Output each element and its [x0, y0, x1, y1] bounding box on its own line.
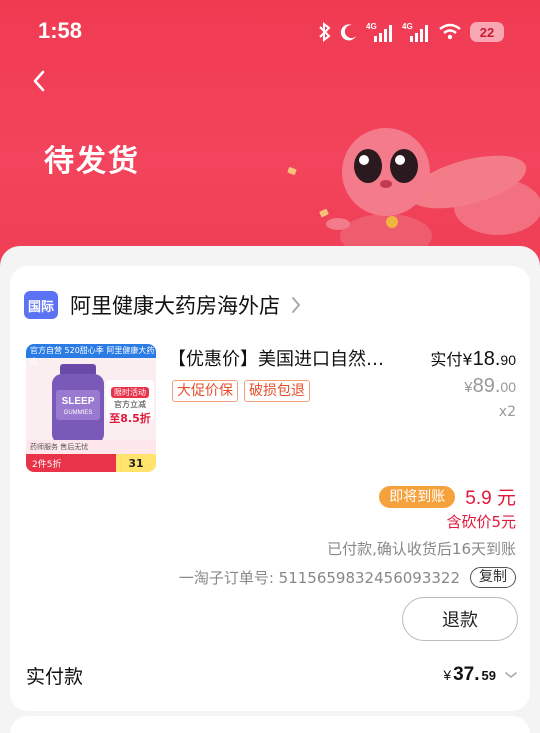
copy-button[interactable]: 复制: [470, 567, 516, 588]
paid-price: 实付¥18.90: [430, 346, 516, 371]
chevron-down-icon: [504, 670, 518, 680]
original-price: ¥89.00: [430, 375, 516, 398]
image-promo-box: 限时活动 官方立减 至8.5折: [106, 380, 154, 425]
shop-badge: 国际: [24, 291, 58, 319]
total-label: 实付款: [26, 666, 84, 688]
next-card: [10, 716, 530, 733]
bottle-label: SLEEP: [62, 396, 95, 407]
total-int: 37.: [453, 664, 480, 685]
order-number-row: 一淘子订单号: 5115659832456093322 复制: [179, 567, 516, 588]
back-button[interactable]: [24, 66, 54, 96]
mascot-illustration: [326, 128, 540, 252]
product-title[interactable]: 【优惠价】美国进口自然…: [168, 345, 418, 371]
signal-icon: 4G: [366, 21, 394, 43]
product-image[interactable]: 官方自营 520甜心季 阿里健康大药房 SLEEP GUMMIES 限时活动 官…: [26, 344, 156, 472]
paid-label: 实付: [430, 350, 463, 369]
signal-icon-2: 4G: [402, 21, 430, 43]
order-number: 一淘子订单号: 5115659832456093322: [178, 569, 460, 587]
battery-icon: 22: [470, 22, 504, 42]
promo-badge: 限时活动: [111, 387, 149, 398]
network-label-2: 4G: [402, 22, 413, 31]
shop-row[interactable]: 国际 阿里健康大药房海外店: [24, 290, 302, 320]
orig-currency: ¥: [464, 379, 473, 396]
orig-int: 89.: [472, 375, 501, 397]
promo-line: 官方立减: [114, 400, 146, 409]
bluetooth-icon: [318, 22, 332, 42]
supplement-bottle-image: SLEEP GUMMIES: [52, 364, 104, 444]
tag-damage-return: 破损包退: [244, 380, 310, 402]
total-dec: 59: [481, 668, 496, 683]
image-bottom-left: 2件5折: [26, 454, 116, 472]
total-currency: ¥: [443, 667, 452, 683]
bottle-sub: GUMMIES: [64, 410, 93, 416]
status-bar: 1:58 4G 4G 22: [0, 0, 540, 62]
price-column: 实付¥18.90 ¥89.00 x2: [430, 346, 516, 420]
paid-int: 18.: [472, 348, 501, 370]
paid-dec: 90: [500, 352, 516, 368]
network-label: 4G: [366, 22, 377, 31]
refund-button[interactable]: 退款: [402, 597, 518, 641]
promo-discount: 至8.5折: [109, 412, 151, 425]
orig-dec: 00: [500, 379, 516, 395]
quantity: x2: [498, 404, 516, 420]
tag-price-protect: 大促价保: [172, 380, 238, 402]
status-icons: 4G 4G 22: [318, 20, 504, 44]
arrival-note: 已付款,确认收货后16天到账: [327, 540, 516, 558]
wifi-icon: [438, 22, 462, 42]
cashback-pill: 即将到账: [379, 485, 456, 508]
cashback-row: 即将到账 5.9 元: [379, 483, 516, 510]
shop-name[interactable]: 阿里健康大药房海外店: [70, 290, 280, 320]
chevron-right-icon: [290, 295, 302, 315]
status-time: 1:58: [38, 18, 83, 43]
page-title: 待发货: [44, 144, 140, 179]
total-value[interactable]: ¥ 37. 59: [443, 664, 518, 686]
image-bottom-right: 31: [116, 454, 156, 472]
cashback-amount: 5.9 元: [465, 488, 516, 509]
chevron-left-icon: [33, 70, 45, 92]
bargain-discount: 含砍价5元: [446, 513, 516, 531]
product-tags: 大促价保 破损包退: [172, 380, 310, 402]
moon-icon: [340, 23, 358, 41]
paid-currency: ¥: [462, 350, 473, 369]
image-strip-text: 药师服务 售后无忧: [30, 443, 89, 451]
